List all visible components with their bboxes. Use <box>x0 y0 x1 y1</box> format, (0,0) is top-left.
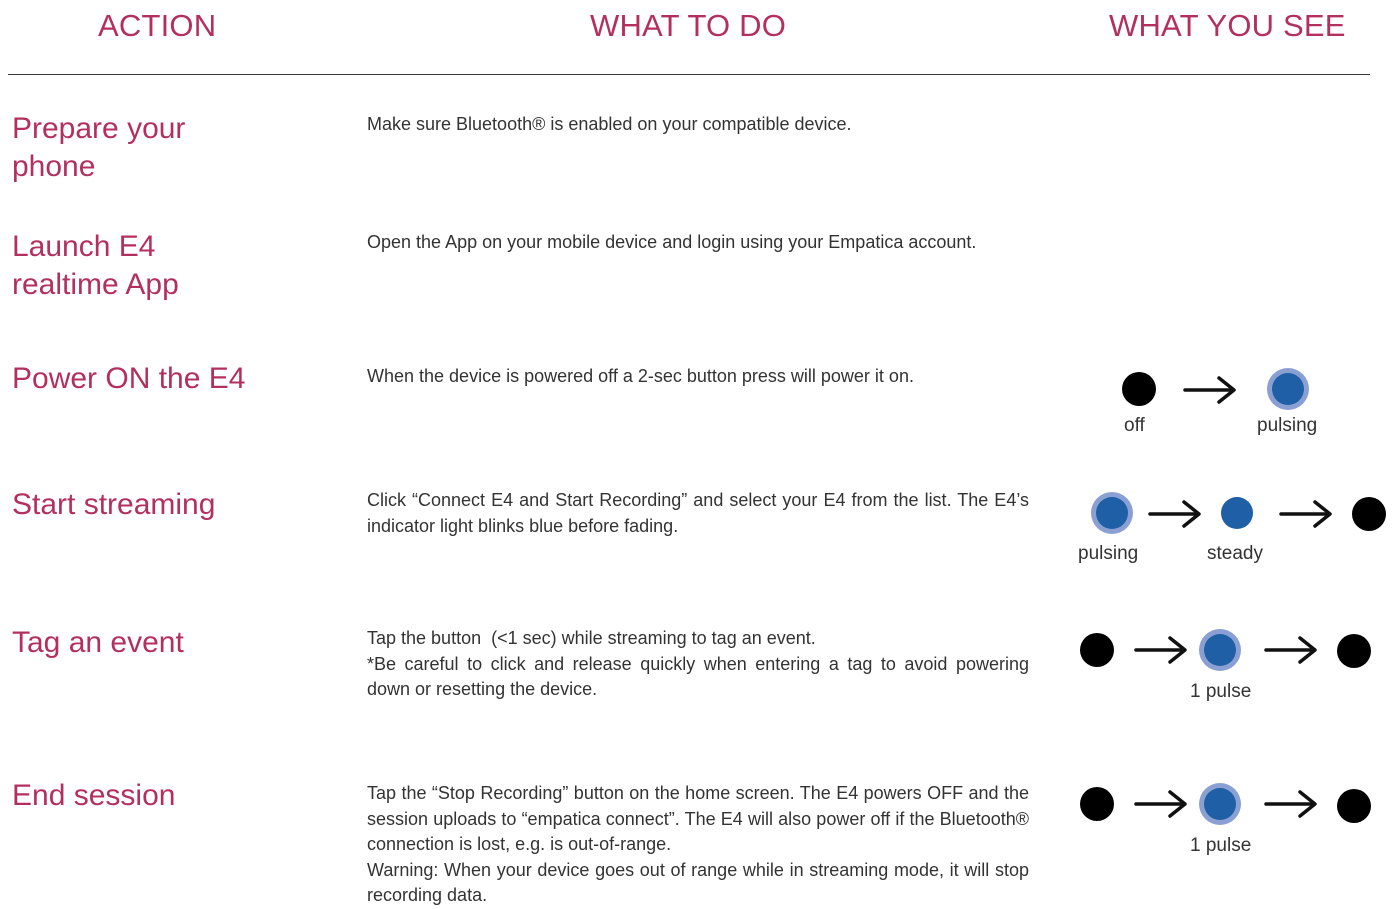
led-label-off: off <box>1124 415 1145 436</box>
action-start-streaming: Start streaming <box>12 488 216 521</box>
led-label-pulsing: pulsing <box>1257 415 1318 436</box>
description-line: Tap the button (<1 sec) while streaming … <box>367 628 816 648</box>
arrow-right-icon <box>1264 636 1317 664</box>
description-power-on: When the device is powered off a 2-sec b… <box>367 364 1029 390</box>
led-label-steady: steady <box>1207 543 1263 564</box>
led-off-icon <box>1080 633 1114 667</box>
description-launch-app: Open the App on your mobile device and l… <box>367 230 1029 256</box>
led-off-icon <box>1122 372 1156 406</box>
description-line: Warning: When your device goes out of ra… <box>367 859 1029 906</box>
arrow-right-icon <box>1279 500 1332 528</box>
led-pulsing-icon <box>1096 497 1128 529</box>
column-header-action: ACTION <box>98 8 217 43</box>
description-line: Open the App on your mobile device and l… <box>367 232 977 252</box>
description-tag-event: Tap the button (<1 sec) while streaming … <box>367 626 1029 703</box>
led-label-1-pulse: 1 pulse <box>1190 681 1252 702</box>
action-launch-app: Launch E4 realtime App <box>12 230 179 301</box>
action-power-on: Power ON the E4 <box>12 362 246 395</box>
led-pulsing-icon <box>1272 373 1304 405</box>
arrow-right-icon <box>1183 376 1236 404</box>
column-header-what-to-do: WHAT TO DO <box>590 8 787 43</box>
action-end-session: End session <box>12 779 176 812</box>
led-pulsing-icon <box>1204 788 1236 820</box>
led-off-icon <box>1337 634 1371 668</box>
arrow-right-icon <box>1264 790 1317 818</box>
description-line: Make sure Bluetooth® is enabled on your … <box>367 114 852 134</box>
column-header-what-you-see: WHAT YOU SEE <box>1109 8 1346 43</box>
led-pulsing-icon <box>1204 634 1236 666</box>
led-off-icon <box>1337 789 1371 823</box>
led-off-icon <box>1080 787 1114 821</box>
led-off-icon <box>1352 497 1386 531</box>
description-start-streaming: Click “Connect E4 and Start Recording” a… <box>367 488 1029 539</box>
led-label-1-pulse: 1 pulse <box>1190 835 1252 856</box>
header-divider <box>8 74 1370 75</box>
action-tag-event: Tag an event <box>12 626 184 659</box>
arrow-right-icon <box>1134 636 1187 664</box>
description-prepare-phone: Make sure Bluetooth® is enabled on your … <box>367 112 1029 138</box>
led-label-pulsing: pulsing <box>1078 543 1139 564</box>
description-line: Tap the “Stop Recording” button on the h… <box>367 783 1029 854</box>
led-steady-icon <box>1221 497 1253 529</box>
description-end-session: Tap the “Stop Recording” button on the h… <box>367 781 1029 909</box>
description-line: When the device is powered off a 2-sec b… <box>367 366 914 386</box>
description-line: Click “Connect E4 and Start Recording” a… <box>367 490 1029 536</box>
description-line: *Be careful to click and release quickly… <box>367 653 1029 700</box>
action-prepare-phone: Prepare your phone <box>12 112 186 183</box>
arrow-right-icon <box>1134 790 1187 818</box>
arrow-right-icon <box>1148 500 1201 528</box>
